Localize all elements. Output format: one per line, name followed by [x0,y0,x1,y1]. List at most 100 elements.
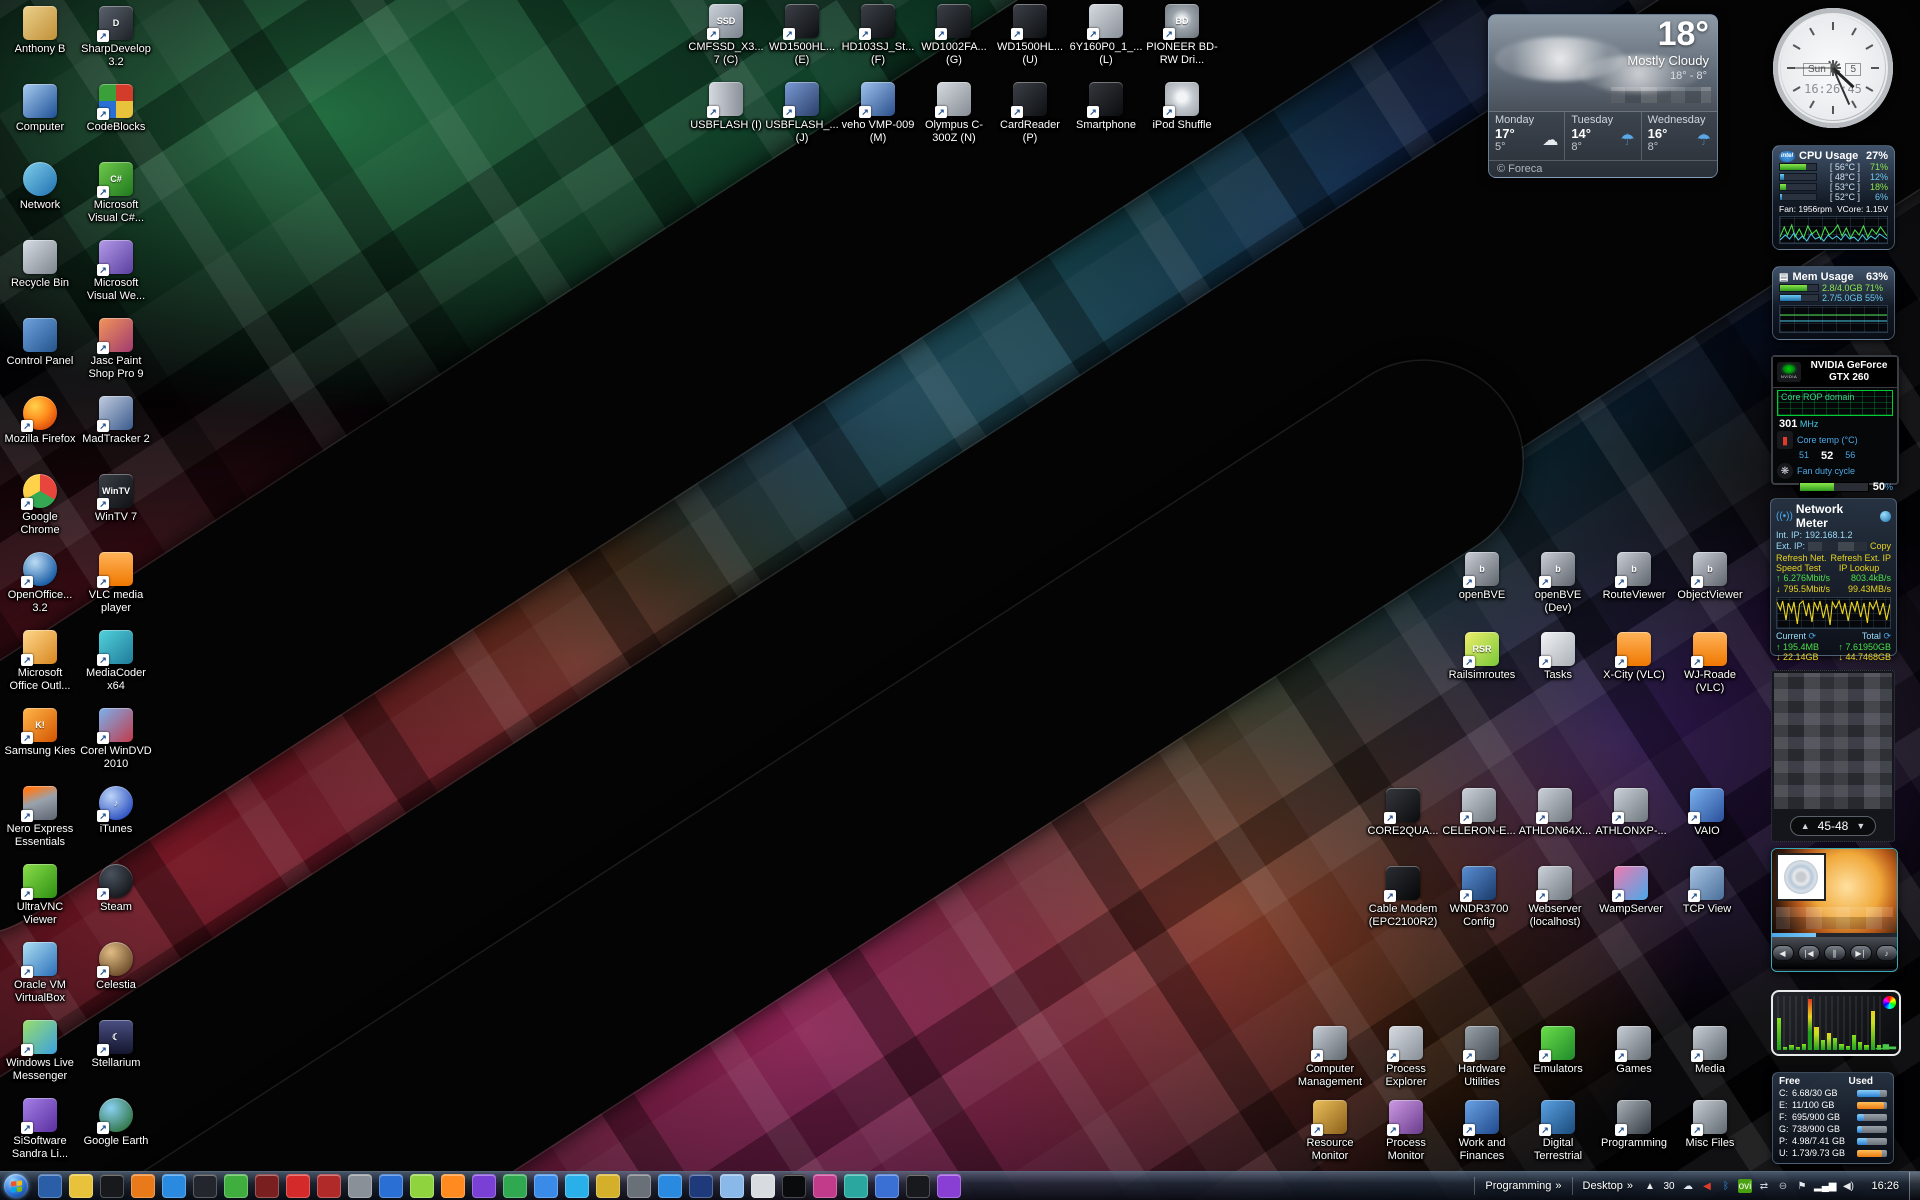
show-desktop-button[interactable] [1909,1172,1920,1200]
desktop-shortcut[interactable]: Corel WinDVD 2010 [78,708,154,786]
refresh-ext-ip-link[interactable]: Refresh Ext. IP [1830,553,1891,563]
desktop-shortcut[interactable]: ATHLONXP-... [1593,788,1669,866]
desktop-drive-shortcut[interactable]: WD1002FA... (G) [916,4,992,82]
desktop-drive-shortcut[interactable]: WD1500HL... (E) [764,4,840,82]
desktop-shortcut[interactable]: Google Chrome [2,474,78,552]
taskbar-clock[interactable]: 16:26 [1861,1180,1909,1192]
desktop-shortcut[interactable]: VAIO [1669,788,1745,866]
taskbar-app-skype[interactable] [565,1174,589,1198]
media-player-widget[interactable]: ◀ ∣◀ ∥ ▶∣ ♪ [1771,848,1898,972]
desktop-shortcut[interactable]: Steam [78,864,154,942]
desktop-shortcut[interactable]: Recycle Bin [2,240,78,318]
toolbar-desktop[interactable]: Desktop» [1579,1180,1637,1192]
cpu-usage-widget[interactable]: intel CPU Usage 27% [ 56°C ] 71% [ 48°C … [1772,145,1895,250]
desktop-drive-shortcut[interactable]: 6Y160P0_1_... (L) [1068,4,1144,82]
desktop-shortcut[interactable]: D SharpDevelop 3.2 [78,6,154,84]
network-meter-widget[interactable]: ((•)) Network Meter Int. IP:192.168.1.2 … [1770,498,1897,656]
taskbar-app-teal[interactable] [844,1174,868,1198]
desktop-drive-shortcut[interactable]: BD PIONEER BD-RW Dri... [1144,4,1220,82]
desktop-drive-shortcut[interactable]: SSD CMFSSD_X3... 7 (C) [688,4,764,82]
desktop-shortcut[interactable]: Hardware Utilities [1444,1026,1520,1104]
desktop-shortcut[interactable]: Nero Express Essentials [2,786,78,864]
desktop-drive-shortcut[interactable]: USBFLASH (I) [688,82,764,160]
memory-usage-widget[interactable]: ▤ Mem Usage 63% 2.8/4.0GB 71% 2.7/5.0GB … [1772,266,1895,340]
taskbar-app-cmd-2[interactable] [906,1174,930,1198]
action-center-flag-icon[interactable]: ⚑ [1795,1179,1809,1193]
desktop-drive-shortcut[interactable]: CardReader (P) [992,82,1068,160]
usb-safely-remove-icon[interactable]: ⇄ [1757,1179,1771,1193]
toolbar-programming[interactable]: Programming» [1481,1180,1565,1192]
desktop-shortcut[interactable]: WampServer [1593,866,1669,944]
desktop-shortcut[interactable]: Anthony B [2,6,78,84]
desktop-shortcut[interactable]: Webserver (localhost) [1517,866,1593,944]
desktop-shortcut[interactable]: Computer Management [1292,1026,1368,1104]
player-pause-button[interactable]: ∥ [1824,945,1846,961]
desktop-shortcut[interactable]: SiSoftware Sandra Li... [2,1098,78,1176]
network-signal-icon[interactable]: ▂▄▆ [1814,1179,1836,1193]
color-wheel-icon[interactable] [1883,996,1896,1009]
muted-speaker-icon[interactable]: ◀ [1700,1179,1714,1193]
taskbar-app-cmd[interactable] [782,1174,806,1198]
clock-widget[interactable]: Sun 5 16:26:45 [1773,8,1893,128]
desktop-drive-shortcut[interactable]: veho VMP-009 (M) [840,82,916,160]
desktop-shortcut[interactable]: Process Monitor [1368,1100,1444,1178]
pager-up-arrow[interactable]: ▲ [1801,821,1810,831]
audio-visualizer-widget[interactable]: ▁▄▂ [1771,990,1901,1056]
desktop-shortcut[interactable]: Microsoft Office Outl... [2,630,78,708]
taskbar-app-browser-blue[interactable] [162,1174,186,1198]
desktop-shortcut[interactable]: Digital Terrestrial [1520,1100,1596,1178]
desktop-shortcut[interactable]: Celestia [78,942,154,1020]
bluetooth-icon[interactable]: ᛒ [1719,1179,1733,1193]
tray-temp-number[interactable]: 30 [1662,1179,1676,1193]
taskbar-app-firefox[interactable] [131,1174,155,1198]
taskbar-app-green[interactable] [224,1174,248,1198]
desktop-shortcut[interactable]: Programming [1596,1100,1672,1178]
desktop-shortcut[interactable]: ☾ Stellarium [78,1020,154,1098]
desktop-shortcut[interactable]: OpenOffice... 3.2 [2,552,78,630]
desktop-shortcut[interactable]: b openBVE (Dev) [1520,552,1596,630]
desktop-shortcut[interactable]: Jasc Paint Shop Pro 9 [78,318,154,396]
desktop-shortcut[interactable]: b ObjectViewer [1672,552,1748,630]
player-back-button[interactable]: ◀ [1772,945,1794,961]
blocked-status-icon[interactable]: ⊖ [1776,1179,1790,1193]
desktop-shortcut[interactable]: Tasks [1520,632,1596,710]
desktop-drive-shortcut[interactable]: HD103SJ_St... (F) [840,4,916,82]
hidden-icons-arrow[interactable]: ▲ [1643,1179,1657,1193]
desktop-drive-shortcut[interactable]: Olympus C-300Z (N) [916,82,992,160]
desktop-shortcut[interactable]: Control Panel [2,318,78,396]
taskbar-app-gray-2[interactable] [627,1174,651,1198]
taskbar-app-blue[interactable] [379,1174,403,1198]
taskbar-app-gray[interactable] [348,1174,372,1198]
gpu-monitor-widget[interactable]: NVIDIA NVIDIA GeForceGTX 260 Core ROP do… [1771,355,1899,485]
player-previous-button[interactable]: ∣◀ [1798,945,1820,961]
chevron-icon[interactable]: » [1627,1180,1633,1192]
desktop-shortcut[interactable]: MediaCoder x64 [78,630,154,708]
pager-widget[interactable]: ▲ 45-48 ▼ [1771,670,1895,842]
taskbar-app-folder[interactable] [69,1174,93,1198]
taskbar-app-purple-2[interactable] [937,1174,961,1198]
taskbar-app-navy[interactable] [689,1174,713,1198]
refresh-current-icon[interactable]: ⟳ [1809,631,1817,641]
desktop-shortcut[interactable]: RSR Railsimroutes [1444,632,1520,710]
desktop-shortcut[interactable]: Process Explorer [1368,1026,1444,1104]
taskbar-app-doc[interactable] [875,1174,899,1198]
desktop-shortcut[interactable]: Media [1672,1026,1748,1104]
mini-bars-icon[interactable]: ▁▄▂ [1876,1039,1896,1050]
taskbar-app-white[interactable] [751,1174,775,1198]
refresh-net-link[interactable]: Refresh Net. [1776,553,1827,563]
copy-link[interactable]: Copy [1870,541,1891,552]
taskbar-app-green-2[interactable] [503,1174,527,1198]
desktop-shortcut[interactable]: Computer [2,84,78,162]
taskbar-app-purple[interactable] [472,1174,496,1198]
refresh-total-icon[interactable]: ⟳ [1883,631,1891,641]
taskbar-app-filezilla[interactable] [317,1174,341,1198]
chevron-icon[interactable]: » [1555,1180,1561,1192]
desktop-shortcut[interactable]: CELERON-E... [1441,788,1517,866]
disk-space-widget[interactable]: Free Used C: 6.68/30 GB E: 11/100 GB F: … [1772,1072,1894,1164]
desktop-shortcut[interactable]: b openBVE [1444,552,1520,630]
taskbar-app-lightblue[interactable] [720,1174,744,1198]
desktop-shortcut[interactable]: Windows Live Messenger [2,1020,78,1098]
desktop-shortcut[interactable]: CodeBlocks [78,84,154,162]
taskbar-app-steam[interactable] [193,1174,217,1198]
player-next-button[interactable]: ▶∣ [1850,945,1872,961]
